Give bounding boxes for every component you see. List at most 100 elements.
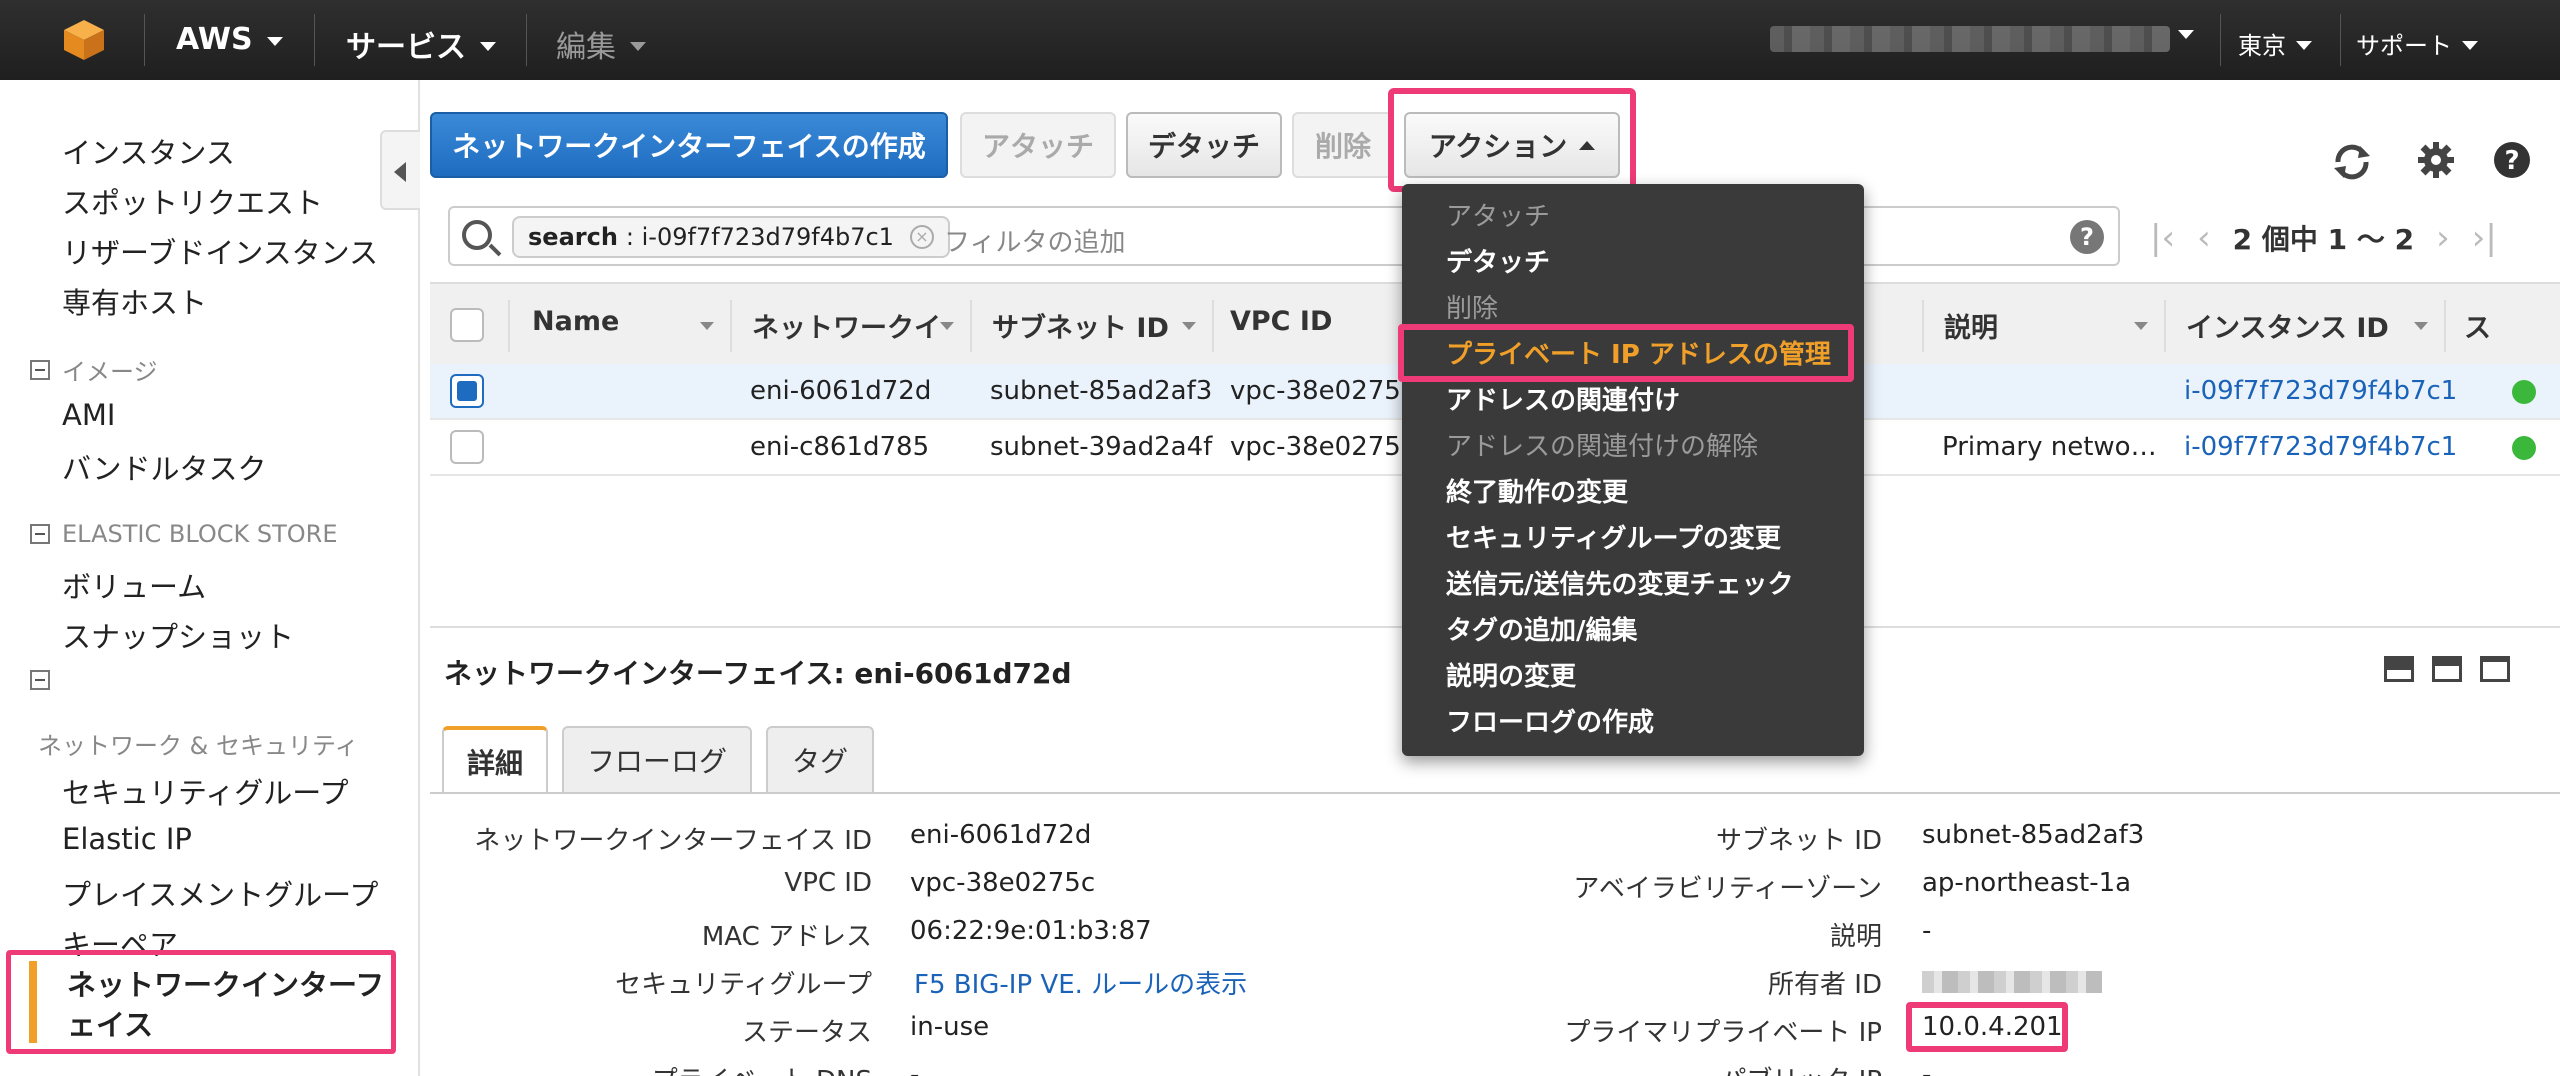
column-header-description[interactable]: 説明 (1944, 306, 1998, 345)
sort-icon[interactable] (700, 322, 714, 330)
support-menu[interactable]: サポート (2356, 26, 2478, 61)
menu-item-create-flow-log[interactable]: フローログの作成 (1446, 702, 1654, 739)
detail-value: vpc-38e0275c (910, 868, 1096, 898)
row-checkbox[interactable] (450, 430, 484, 464)
cell-subnet: subnet-39ad2a4f (990, 432, 1213, 462)
sidebar-item-placement-groups[interactable]: プレイスメントグループ (62, 872, 378, 914)
services-menu[interactable]: サービス (346, 22, 496, 66)
detail-title: ネットワークインターフェイス: eni-6061d72d (444, 657, 1072, 690)
pane-layout-bottom-icon[interactable] (2384, 656, 2414, 682)
menu-item-detach[interactable]: デタッチ (1446, 242, 1550, 279)
detail-value: - (1922, 1060, 1932, 1076)
attach-button[interactable]: アタッチ (960, 112, 1116, 178)
column-header-vpc-id[interactable]: VPC ID (1230, 306, 1332, 337)
sidebar-collapse-toggle[interactable] (380, 130, 420, 210)
menu-item-source-dest-check[interactable]: 送信元/送信先の変更チェック (1446, 564, 1794, 601)
collapse-minus-icon[interactable] (30, 359, 50, 380)
region-menu[interactable]: 東京 (2238, 26, 2312, 61)
next-page-icon[interactable]: › (2436, 218, 2450, 258)
select-all-checkbox[interactable] (450, 308, 484, 342)
sidebar-item-network-interfaces[interactable]: ネットワークインターフェイス (6, 950, 396, 1054)
sidebar-item-bundle-tasks[interactable]: バンドルタスク (62, 446, 266, 488)
security-group-link[interactable]: F5 BIG-IP VE. ルールの表示 (914, 964, 1247, 1001)
sidebar-item-snapshots[interactable]: スナップショット (62, 614, 294, 656)
column-header-subnet-id[interactable]: サブネット ID (992, 306, 1169, 345)
detail-label: サブネット ID (1716, 826, 1882, 856)
menu-item-change-description[interactable]: 説明の変更 (1446, 656, 1576, 693)
sort-icon[interactable] (2414, 322, 2428, 330)
sidebar-item-elastic-ip[interactable]: Elastic IP (62, 822, 192, 856)
column-header-instance-id[interactable]: インスタンス ID (2186, 306, 2389, 345)
menu-item-attach[interactable]: アタッチ (1446, 196, 1550, 233)
collapse-minus-icon[interactable] (30, 524, 50, 544)
chevron-down-icon (266, 37, 283, 46)
refresh-icon[interactable] (2330, 140, 2374, 184)
sidebar-item-volumes[interactable]: ボリューム (62, 564, 206, 606)
actions-dropdown-menu: アタッチ デタッチ 削除 プライベート IP アドレスの管理 アドレスの関連付け… (1402, 184, 1864, 756)
sidebar-item-instances[interactable]: インスタンス (62, 130, 235, 172)
row-checkbox[interactable] (450, 374, 484, 408)
sidebar-item-reserved-instances[interactable]: リザーブドインスタンス (62, 230, 378, 272)
aws-cube-icon[interactable] (62, 18, 106, 62)
chevron-down-icon (2178, 30, 2194, 39)
sidebar-item-security-groups[interactable]: セキュリティグループ (62, 770, 349, 812)
gear-icon[interactable] (2416, 140, 2456, 180)
detail-label: 所有者 ID (1768, 970, 1882, 1000)
sidebar-item-ami[interactable]: AMI (62, 398, 115, 432)
edit-menu[interactable]: 編集 (556, 22, 646, 66)
sidebar-section-network-toggle[interactable] (30, 670, 50, 690)
menu-item-disassociate-address[interactable]: アドレスの関連付けの解除 (1446, 426, 1758, 463)
sidebar-section-images[interactable]: イメージ (30, 352, 158, 387)
menu-item-edit-tags[interactable]: タグの追加/編集 (1446, 610, 1638, 647)
search-filter-bar[interactable]: search : i-09f7f723d79f4b7c1 × フィルタの追加 ? (448, 206, 2120, 266)
last-page-icon[interactable]: ›| (2472, 218, 2497, 258)
detail-label: VPC ID (784, 868, 872, 898)
sidebar-item-spot-requests[interactable]: スポットリクエスト (62, 180, 323, 222)
create-network-interface-button[interactable]: ネットワークインターフェイスの作成 (430, 112, 948, 178)
services-label: サービス (346, 30, 466, 65)
cell-instance-link[interactable]: i-09f7f723d79f4b7c1 (2184, 432, 2457, 462)
tab-tags[interactable]: タグ (766, 726, 874, 792)
menu-item-change-termination[interactable]: 終了動作の変更 (1446, 472, 1628, 509)
filter-input-placeholder[interactable]: フィルタの追加 (944, 222, 1125, 259)
menu-item-associate-address[interactable]: アドレスの関連付け (1446, 380, 1680, 417)
column-header-name[interactable]: Name (532, 306, 619, 337)
actions-highlight-box (1388, 88, 1636, 192)
search-help-icon[interactable]: ? (2070, 220, 2104, 254)
owner-id-blurred (1922, 966, 2102, 996)
detail-value: subnet-85ad2af3 (1922, 820, 2145, 850)
sort-icon[interactable] (1182, 322, 1196, 330)
detach-button[interactable]: デタッチ (1126, 112, 1282, 178)
support-label: サポート (2356, 32, 2452, 60)
first-page-icon[interactable]: |‹ (2150, 218, 2175, 258)
sidebar-section-ebs[interactable]: ELASTIC BLOCK STORE (30, 520, 337, 548)
menu-highlight-box (1398, 324, 1854, 382)
sort-icon[interactable] (2134, 322, 2148, 330)
column-header-status[interactable]: ス (2464, 306, 2491, 345)
delete-button[interactable]: 削除 (1292, 112, 1394, 178)
tab-flow-logs[interactable]: フローログ (562, 726, 752, 792)
pane-layout-top-icon[interactable] (2480, 656, 2510, 682)
cell-instance-link[interactable]: i-09f7f723d79f4b7c1 (2184, 376, 2457, 406)
pane-layout-middle-icon[interactable] (2432, 656, 2462, 682)
close-icon[interactable]: × (909, 225, 934, 249)
account-menu-caret[interactable] (2178, 26, 2194, 39)
sidebar-item-dedicated-hosts[interactable]: 専有ホスト (62, 280, 207, 322)
cell-vpc: vpc-38e0275c (1230, 432, 1416, 462)
aws-brand-label: AWS (176, 22, 253, 57)
chevron-down-icon (2462, 41, 2478, 50)
search-token[interactable]: search : i-09f7f723d79f4b7c1 × (512, 216, 950, 258)
aws-menu[interactable]: AWS (176, 22, 283, 57)
sort-icon[interactable] (940, 322, 954, 330)
tab-details[interactable]: 詳細 (442, 726, 548, 794)
sidebar-section-ebs-label: ELASTIC BLOCK STORE (62, 520, 338, 548)
account-name-blurred[interactable] (1770, 26, 2170, 52)
collapse-minus-icon[interactable] (30, 670, 50, 690)
detail-label: 説明 (1829, 922, 1882, 952)
prev-page-icon[interactable]: ‹ (2197, 218, 2211, 258)
pagination-text: 2 個中 1 ～ 2 (2232, 223, 2415, 256)
menu-item-delete[interactable]: 削除 (1446, 288, 1498, 325)
help-icon[interactable]: ? (2492, 140, 2532, 180)
column-header-network-interface[interactable]: ネットワークイ (752, 306, 941, 345)
menu-item-change-security-groups[interactable]: セキュリティグループの変更 (1446, 518, 1781, 555)
